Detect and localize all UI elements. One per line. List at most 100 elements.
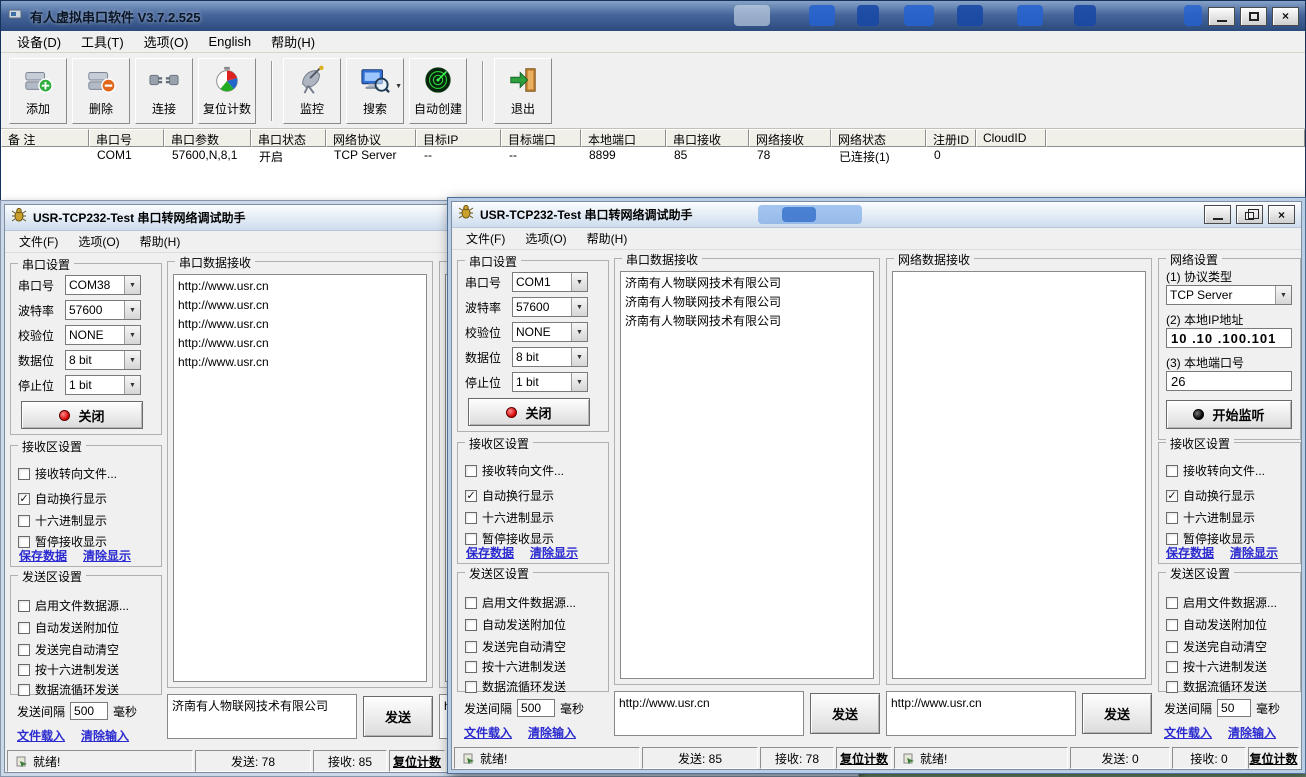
checkbox-send-as-hex[interactable]: 按十六进制发送 [465,658,566,675]
titlebar[interactable]: USR-TCP232-Test 串口转网络调试助手 × [452,202,1301,228]
stop-bits-select[interactable]: 1 bit▼ [65,375,141,395]
checkbox[interactable] [18,536,30,548]
checkbox[interactable] [18,644,30,656]
load-file-link[interactable]: 文件载入 [464,724,512,741]
col-header-com-recv[interactable]: 串口接收 [666,129,749,147]
net-recv-area[interactable] [892,271,1146,679]
checkbox-clear-after-send[interactable]: 发送完自动清空 [465,638,566,655]
checkbox[interactable] [18,664,30,676]
menu-help[interactable]: 帮助(H) [577,228,638,249]
serial-recv-area[interactable]: http://www.usr.cn http://www.usr.cn http… [173,274,427,682]
col-header-com-port[interactable]: 串口号 [89,129,164,147]
menu-options[interactable]: 选项(O) [515,228,576,249]
checkbox[interactable] [465,619,477,631]
menu-help[interactable]: 帮助(H) [130,231,191,252]
checkbox-hex-display[interactable]: 十六进制显示 [18,512,107,529]
checkbox[interactable] [18,515,30,527]
serial-send-input[interactable]: 济南有人物联网技术有限公司 [167,694,357,739]
parity-select[interactable]: NONE▼ [512,322,588,342]
checkbox[interactable] [18,600,30,612]
status-reset-count[interactable]: 复位计数 [836,747,892,769]
monitor-button[interactable]: 监控 [283,58,341,124]
load-file-link[interactable]: 文件载入 [1164,724,1212,741]
stop-bits-select[interactable]: 1 bit▼ [512,372,588,392]
clear-display-link[interactable]: 清除显示 [83,547,131,564]
checkbox-hex-display[interactable]: 十六进制显示 [465,509,554,526]
checkbox-auto-newline[interactable]: 自动换行显示 [18,490,107,507]
search-dropdown-arrow[interactable]: ▼ [395,83,402,90]
checkbox-loop-send[interactable]: 数据流循环发送 [1166,678,1267,695]
checkbox[interactable] [1166,681,1178,693]
checkbox[interactable] [465,597,477,609]
menu-tools[interactable]: 工具(T) [71,30,134,53]
dropdown-arrow-icon[interactable]: ▼ [571,348,587,366]
parity-select[interactable]: NONE▼ [65,325,141,345]
col-header-local-port[interactable]: 本地端口 [581,129,666,147]
checkbox[interactable] [1166,641,1178,653]
checkbox-loop-send[interactable]: 数据流循环发送 [465,678,566,695]
serial-send-button[interactable]: 发送 [810,693,880,734]
data-bits-select[interactable]: 8 bit▼ [65,350,141,370]
serial-port-select[interactable]: COM38▼ [65,275,141,295]
serial-recv-area[interactable]: 济南有人物联网技术有限公司 济南有人物联网技术有限公司 济南有人物联网技术有限公… [620,271,874,679]
net-send-button[interactable]: 发送 [1082,693,1152,734]
baud-rate-select[interactable]: 57600▼ [65,300,141,320]
menu-file[interactable]: 文件(F) [9,231,68,252]
dropdown-arrow-icon[interactable]: ▼ [571,298,587,316]
save-data-link[interactable]: 保存数据 [466,544,514,561]
col-header-target-ip[interactable]: 目标IP [416,129,501,147]
close-serial-button[interactable]: 关闭 [468,398,590,426]
send-interval-input[interactable]: 500 [70,702,108,720]
start-listen-button[interactable]: 开始监听 [1166,400,1292,429]
baud-rate-select[interactable]: 57600▼ [512,297,588,317]
connect-button[interactable]: 连接 [135,58,193,124]
checkbox[interactable] [465,661,477,673]
save-data-link[interactable]: 保存数据 [1166,544,1214,561]
checkbox[interactable] [1166,465,1178,477]
menu-options[interactable]: 选项(O) [134,30,199,53]
checkbox-file-data-source[interactable]: 启用文件数据源... [18,597,129,614]
local-ip-input[interactable]: 10 .10 .100.101 [1166,328,1292,348]
checkbox-auto-send-append[interactable]: 自动发送附加位 [1166,616,1267,633]
col-header-target-port[interactable]: 目标端口 [501,129,581,147]
checkbox[interactable] [18,468,30,480]
dropdown-arrow-icon[interactable]: ▼ [124,276,140,294]
minimize-button[interactable] [1204,205,1231,224]
checkbox-recv-to-file[interactable]: 接收转向文件... [465,462,564,479]
net-send-input[interactable]: http://www.usr.cn [886,691,1076,736]
dropdown-arrow-icon[interactable]: ▼ [124,376,140,394]
checkbox[interactable] [465,533,477,545]
col-header-reg-id[interactable]: 注册ID [926,129,976,147]
clear-input-link[interactable]: 清除输入 [81,727,129,744]
data-bits-select[interactable]: 8 bit▼ [512,347,588,367]
reset-count-button[interactable]: 复位计数 [198,58,256,124]
dropdown-arrow-icon[interactable]: ▼ [571,323,587,341]
menu-device[interactable]: 设备(D) [7,30,71,53]
serial-port-select[interactable]: COM1▼ [512,272,588,292]
col-header-net-state[interactable]: 网络状态 [831,129,926,147]
col-header-remark[interactable]: 备 注 [1,129,89,147]
col-header-net-recv[interactable]: 网络接收 [749,129,831,147]
checkbox-send-as-hex[interactable]: 按十六进制发送 [1166,658,1267,675]
checkbox[interactable] [465,512,477,524]
local-port-input[interactable]: 26 [1166,371,1292,391]
search-button[interactable]: 搜索 ▼ [346,58,404,124]
protocol-select[interactable]: TCP Server▼ [1166,285,1292,305]
checkbox[interactable] [18,684,30,696]
checkbox[interactable] [465,490,477,502]
checkbox[interactable] [1166,661,1178,673]
dropdown-arrow-icon[interactable]: ▼ [571,273,587,291]
menu-english[interactable]: English [198,32,261,51]
close-button[interactable]: × [1268,205,1295,224]
checkbox-auto-send-append[interactable]: 自动发送附加位 [18,619,119,636]
menu-options[interactable]: 选项(O) [68,231,129,252]
send-interval-input[interactable]: 50 [1217,699,1251,717]
checkbox[interactable] [18,493,30,505]
clear-display-link[interactable]: 清除显示 [1230,544,1278,561]
menu-help[interactable]: 帮助(H) [261,30,325,53]
checkbox[interactable] [1166,490,1178,502]
dropdown-arrow-icon[interactable]: ▼ [571,373,587,391]
col-header-net-protocol[interactable]: 网络协议 [326,129,416,147]
checkbox-loop-send[interactable]: 数据流循环发送 [18,681,119,698]
checkbox-auto-send-append[interactable]: 自动发送附加位 [465,616,566,633]
